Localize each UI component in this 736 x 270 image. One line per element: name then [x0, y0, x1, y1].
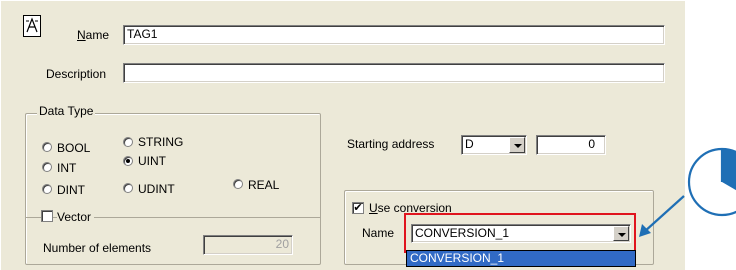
description-input[interactable]: [123, 63, 665, 83]
device-dropdown-button[interactable]: [509, 137, 525, 153]
annotation-arrow: [639, 195, 685, 237]
radio-dint-label: DINT: [57, 183, 85, 197]
name-input[interactable]: TAG1: [123, 25, 665, 45]
conversion-select[interactable]: CONVERSION_1: [411, 224, 631, 243]
radio-real-label: REAL: [248, 178, 280, 192]
number-of-elements-input[interactable]: 20: [203, 235, 293, 255]
conversion-dropdown-button[interactable]: [613, 226, 629, 241]
tag-properties-panel: Name TAG1 Description Data Type BOOL STR…: [0, 0, 685, 270]
radio-udint[interactable]: [123, 183, 133, 193]
pie-clock-icon: [687, 147, 736, 217]
radio-bool-label: BOOL: [57, 141, 91, 155]
radio-uint[interactable]: [123, 156, 133, 166]
radio-real[interactable]: [233, 179, 243, 189]
tag-icon: [23, 15, 41, 37]
name-label: Name: [77, 28, 110, 42]
radio-int-label: INT: [57, 161, 77, 175]
number-of-elements-label: Number of elements: [43, 241, 152, 255]
vector-checkbox[interactable]: [41, 210, 53, 222]
radio-int[interactable]: [42, 162, 52, 172]
radio-bool[interactable]: [42, 142, 52, 152]
radio-string[interactable]: [123, 137, 133, 147]
conversion-name-label: Name: [362, 226, 395, 240]
conversion-select-value: CONVERSION_1: [415, 226, 510, 240]
radio-udint-label: UDINT: [138, 182, 175, 196]
radio-string-label: STRING: [138, 135, 184, 149]
description-label: Description: [46, 67, 107, 81]
conversion-list-item[interactable]: CONVERSION_1: [406, 250, 636, 267]
data-type-legend: Data Type: [37, 104, 96, 118]
vector-label: Vector: [57, 210, 95, 224]
conversion-list-item-label: CONVERSION_1: [410, 251, 505, 265]
device-select-value: D: [465, 137, 474, 151]
use-conversion-checkbox[interactable]: ✔: [352, 202, 364, 214]
radio-dint[interactable]: [42, 184, 52, 194]
radio-uint-label: UINT: [138, 154, 166, 168]
starting-address-input[interactable]: 0: [536, 135, 606, 155]
starting-address-label: Starting address: [347, 137, 435, 151]
